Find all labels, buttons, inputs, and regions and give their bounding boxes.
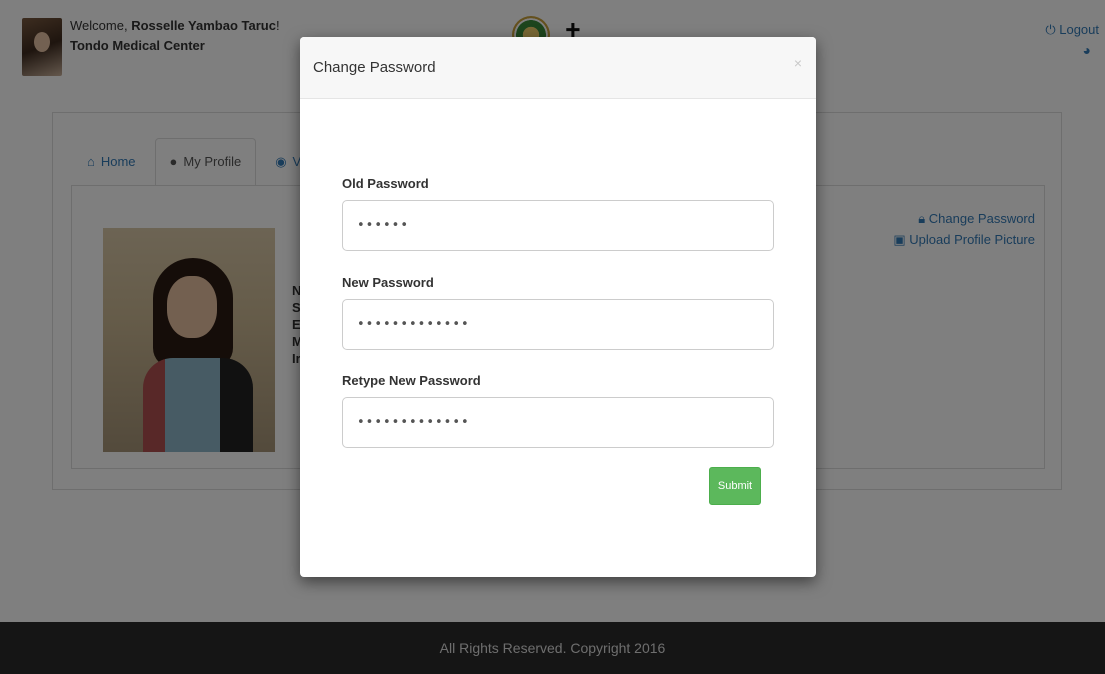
modal-header: Change Password × — [300, 37, 816, 99]
retype-password-input[interactable] — [342, 397, 774, 448]
change-password-modal: Change Password × Old Password New Passw… — [300, 37, 816, 577]
modal-title: Change Password — [313, 59, 436, 76]
old-password-label: Old Password — [342, 176, 429, 191]
submit-button[interactable]: Submit — [709, 467, 761, 505]
old-password-group: Old Password — [342, 176, 774, 251]
new-password-group: New Password — [342, 275, 774, 350]
old-password-input[interactable] — [342, 200, 774, 251]
new-password-input[interactable] — [342, 299, 774, 350]
new-password-label: New Password — [342, 275, 434, 290]
retype-password-group: Retype New Password — [342, 373, 774, 448]
close-icon[interactable]: × — [794, 55, 802, 71]
retype-password-label: Retype New Password — [342, 373, 481, 388]
